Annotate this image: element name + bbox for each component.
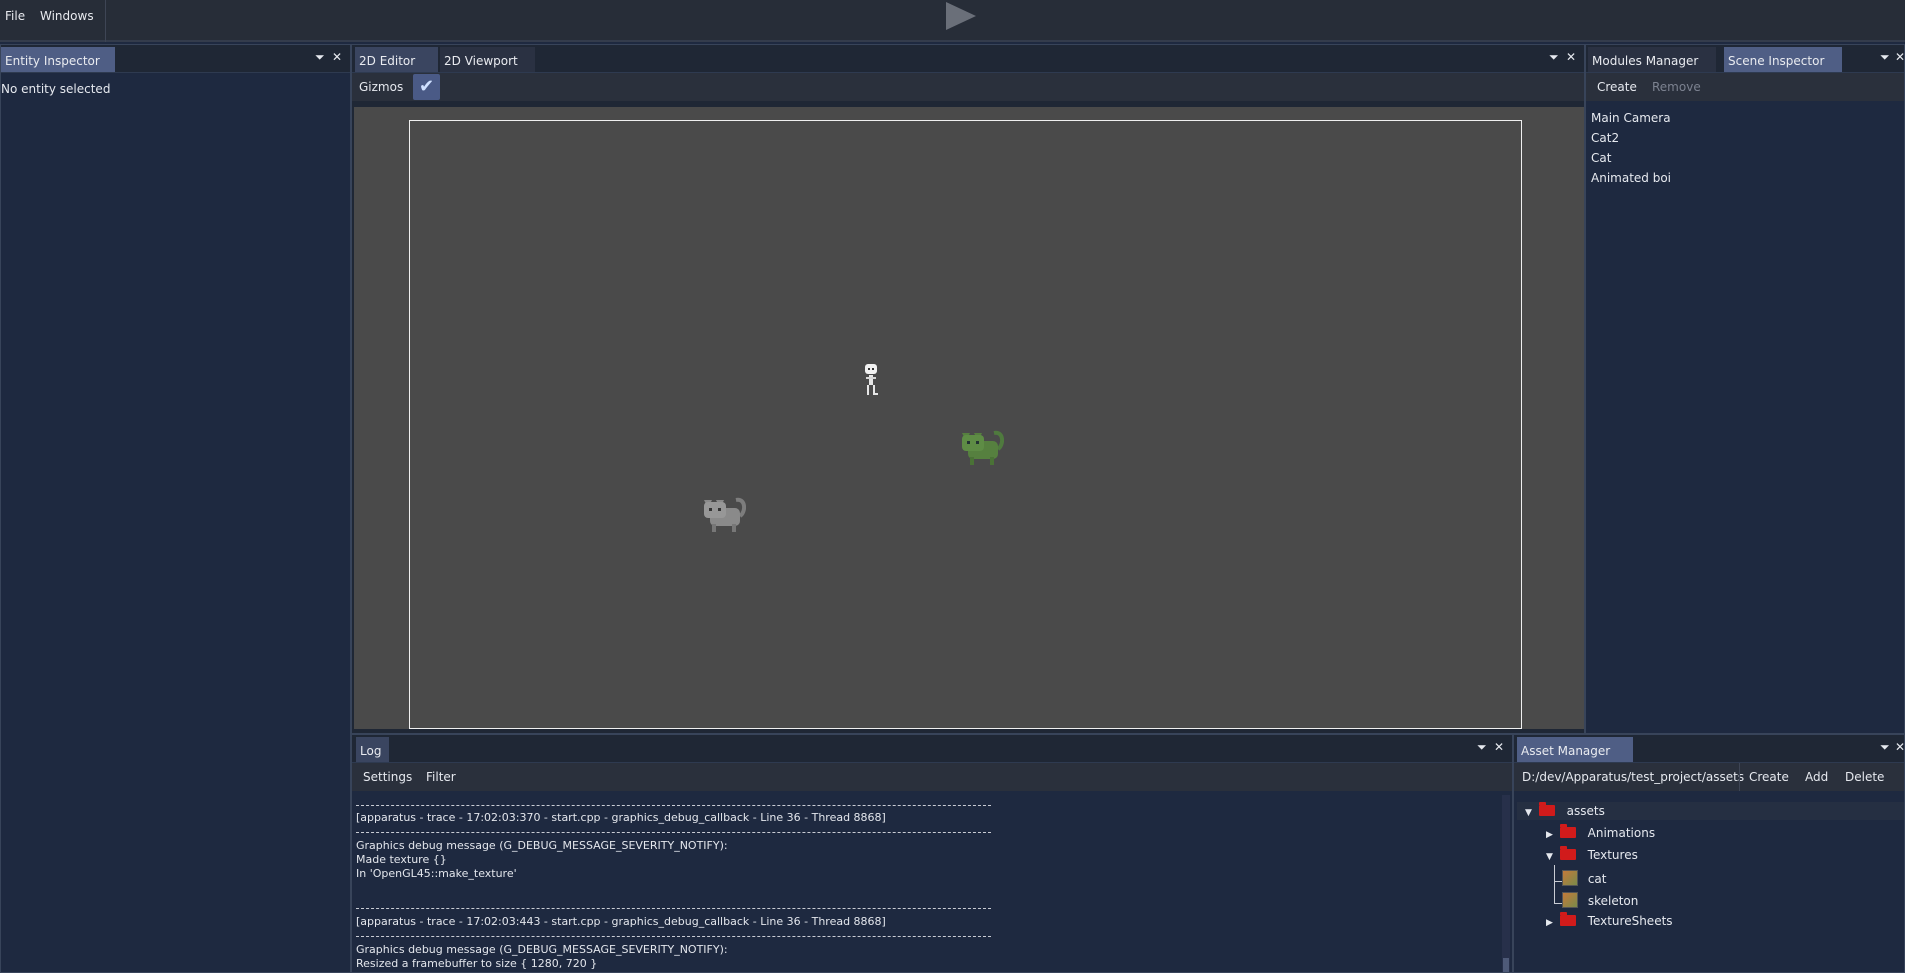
log-titlebar: Log ⏷ ✕: [352, 735, 1512, 763]
log-settings-button[interactable]: Settings: [363, 770, 412, 784]
log-line: [apparatus - trace - 17:02:03:443 - star…: [356, 915, 886, 928]
entity-inspector-titlebar: Entity Inspector ⏷ ✕: [1, 45, 350, 73]
close-icon[interactable]: ✕: [1566, 50, 1576, 64]
skeleton-sprite[interactable]: [861, 364, 881, 398]
folder-icon: [1538, 802, 1555, 816]
tree-item-label: Animations: [1587, 826, 1656, 840]
tab-2d-viewport[interactable]: 2D Viewport: [440, 47, 535, 72]
tab-asset-manager[interactable]: Asset Manager: [1517, 737, 1633, 762]
scene-panel: Modules Manager Scene Inspector ⏷ ✕ Crea…: [1585, 44, 1905, 734]
viewport-canvas[interactable]: [354, 107, 1584, 729]
tree-item-label: skeleton: [1587, 894, 1639, 908]
tree-item-skeleton[interactable]: skeleton: [1562, 892, 1638, 908]
log-line: Resized a framebuffer to size { 1280, 72…: [356, 957, 598, 970]
entity-list-item[interactable]: Main Camera: [1591, 111, 1671, 125]
gizmos-label: Gizmos: [359, 80, 404, 94]
tab-modules-manager[interactable]: Modules Manager: [1588, 47, 1716, 72]
tree-guide-line: [1554, 881, 1562, 882]
tree-item-label: cat: [1587, 872, 1607, 886]
texture-thumbnail-icon: [1562, 892, 1578, 908]
log-line: Made texture {}: [356, 853, 447, 866]
create-entity-button[interactable]: Create: [1597, 80, 1637, 94]
log-line: Graphics debug message (G_DEBUG_MESSAGE_…: [356, 839, 728, 852]
log-line: [apparatus - trace - 17:02:03:370 - star…: [356, 811, 886, 824]
menu-file[interactable]: File: [5, 9, 25, 23]
close-icon[interactable]: ✕: [1895, 740, 1905, 754]
tree-item-cat[interactable]: cat: [1562, 870, 1606, 886]
log-filter-button[interactable]: Filter: [426, 770, 456, 784]
log-panel: Log ⏷ ✕ Settings Filter: [351, 734, 1513, 973]
log-line: Graphics debug message (G_DEBUG_MESSAGE_…: [356, 943, 728, 956]
tab-2d-editor[interactable]: 2D Editor: [355, 47, 438, 72]
log-separator: [356, 936, 991, 937]
asset-manager-titlebar: Asset Manager ⏷ ✕: [1514, 735, 1905, 763]
log-separator: [356, 908, 991, 909]
dropdown-icon[interactable]: ⏷: [1549, 50, 1559, 65]
tree-guide-line: [1554, 903, 1562, 904]
collapsed-arrow-icon[interactable]: ▶: [1546, 830, 1556, 840]
log-line: In 'OpenGL45::make_texture': [356, 867, 517, 880]
log-toolbar: Settings Filter: [352, 763, 1512, 791]
tree-item-label: assets: [1566, 804, 1605, 818]
tab-entity-inspector[interactable]: Entity Inspector: [1, 47, 115, 72]
editor-titlebar: 2D Editor 2D Viewport ⏷ ✕: [352, 45, 1584, 73]
expanded-arrow-icon[interactable]: ▼: [1525, 808, 1535, 818]
remove-entity-button[interactable]: Remove: [1652, 80, 1701, 94]
asset-delete-button[interactable]: Delete: [1845, 770, 1884, 784]
tree-item-assets[interactable]: ▼ assets: [1525, 802, 1605, 818]
menu-separator: [105, 0, 106, 42]
close-icon[interactable]: ✕: [1895, 50, 1905, 64]
asset-manager-panel: Asset Manager ⏷ ✕ D:/dev/Apparatus/test_…: [1513, 734, 1905, 973]
close-icon[interactable]: ✕: [1494, 740, 1504, 754]
folder-icon: [1559, 846, 1576, 860]
expanded-arrow-icon[interactable]: ▼: [1546, 852, 1556, 862]
log-scrollbar-thumb[interactable]: [1503, 958, 1509, 972]
green-cat-sprite[interactable]: [960, 427, 1004, 467]
dropdown-icon[interactable]: ⏷: [315, 50, 325, 65]
entity-list-item[interactable]: Animated boi: [1591, 171, 1671, 185]
scene-toolbar: Create Remove: [1586, 73, 1904, 101]
log-separator: [356, 832, 991, 833]
log-separator: [356, 805, 991, 806]
tab-log[interactable]: Log: [356, 737, 389, 762]
folder-icon: [1559, 824, 1576, 838]
tab-scene-inspector[interactable]: Scene Inspector: [1724, 47, 1842, 72]
entity-inspector-panel: Entity Inspector ⏷ ✕ No entity selected: [0, 44, 351, 973]
no-entity-text: No entity selected: [1, 82, 111, 96]
entity-list-item[interactable]: Cat2: [1591, 131, 1619, 145]
tree-item-textures[interactable]: ▼ Textures: [1546, 846, 1638, 862]
asset-toolbar: D:/dev/Apparatus/test_project/assets Cre…: [1514, 763, 1904, 791]
dropdown-icon[interactable]: ⏷: [1477, 740, 1487, 755]
gizmos-checkbox[interactable]: ✔: [413, 74, 440, 100]
tree-item-label: TextureSheets: [1587, 914, 1673, 928]
texture-thumbnail-icon: [1562, 870, 1578, 886]
play-icon[interactable]: [946, 2, 976, 30]
dropdown-icon[interactable]: ⏷: [1880, 50, 1890, 65]
menu-windows[interactable]: Windows: [40, 9, 94, 23]
asset-path: D:/dev/Apparatus/test_project/assets: [1522, 770, 1745, 784]
tree-item-label: Textures: [1587, 848, 1638, 862]
scene-titlebar: Modules Manager Scene Inspector ⏷ ✕: [1586, 45, 1905, 73]
entity-list-item[interactable]: Cat: [1591, 151, 1611, 165]
editor-toolbar: Gizmos ✔: [352, 73, 1584, 101]
tree-item-texturesheets[interactable]: ▶ TextureSheets: [1546, 912, 1673, 928]
gray-cat-sprite[interactable]: [702, 494, 746, 534]
close-icon[interactable]: ✕: [332, 50, 342, 64]
asset-create-button[interactable]: Create: [1749, 770, 1789, 784]
asset-add-button[interactable]: Add: [1805, 770, 1828, 784]
tree-item-animations[interactable]: ▶ Animations: [1546, 824, 1656, 840]
camera-frame: [409, 120, 1522, 729]
collapsed-arrow-icon[interactable]: ▶: [1546, 918, 1556, 928]
folder-icon: [1559, 912, 1576, 926]
tree-guide-line: [1554, 865, 1555, 903]
log-scrollbar[interactable]: [1502, 795, 1510, 972]
menu-bar: File Windows: [0, 0, 1905, 42]
toolbar-separator: [1739, 763, 1740, 791]
dropdown-icon[interactable]: ⏷: [1880, 740, 1890, 755]
editor-panel: 2D Editor 2D Viewport ⏷ ✕ Gizmos ✔: [351, 44, 1585, 734]
